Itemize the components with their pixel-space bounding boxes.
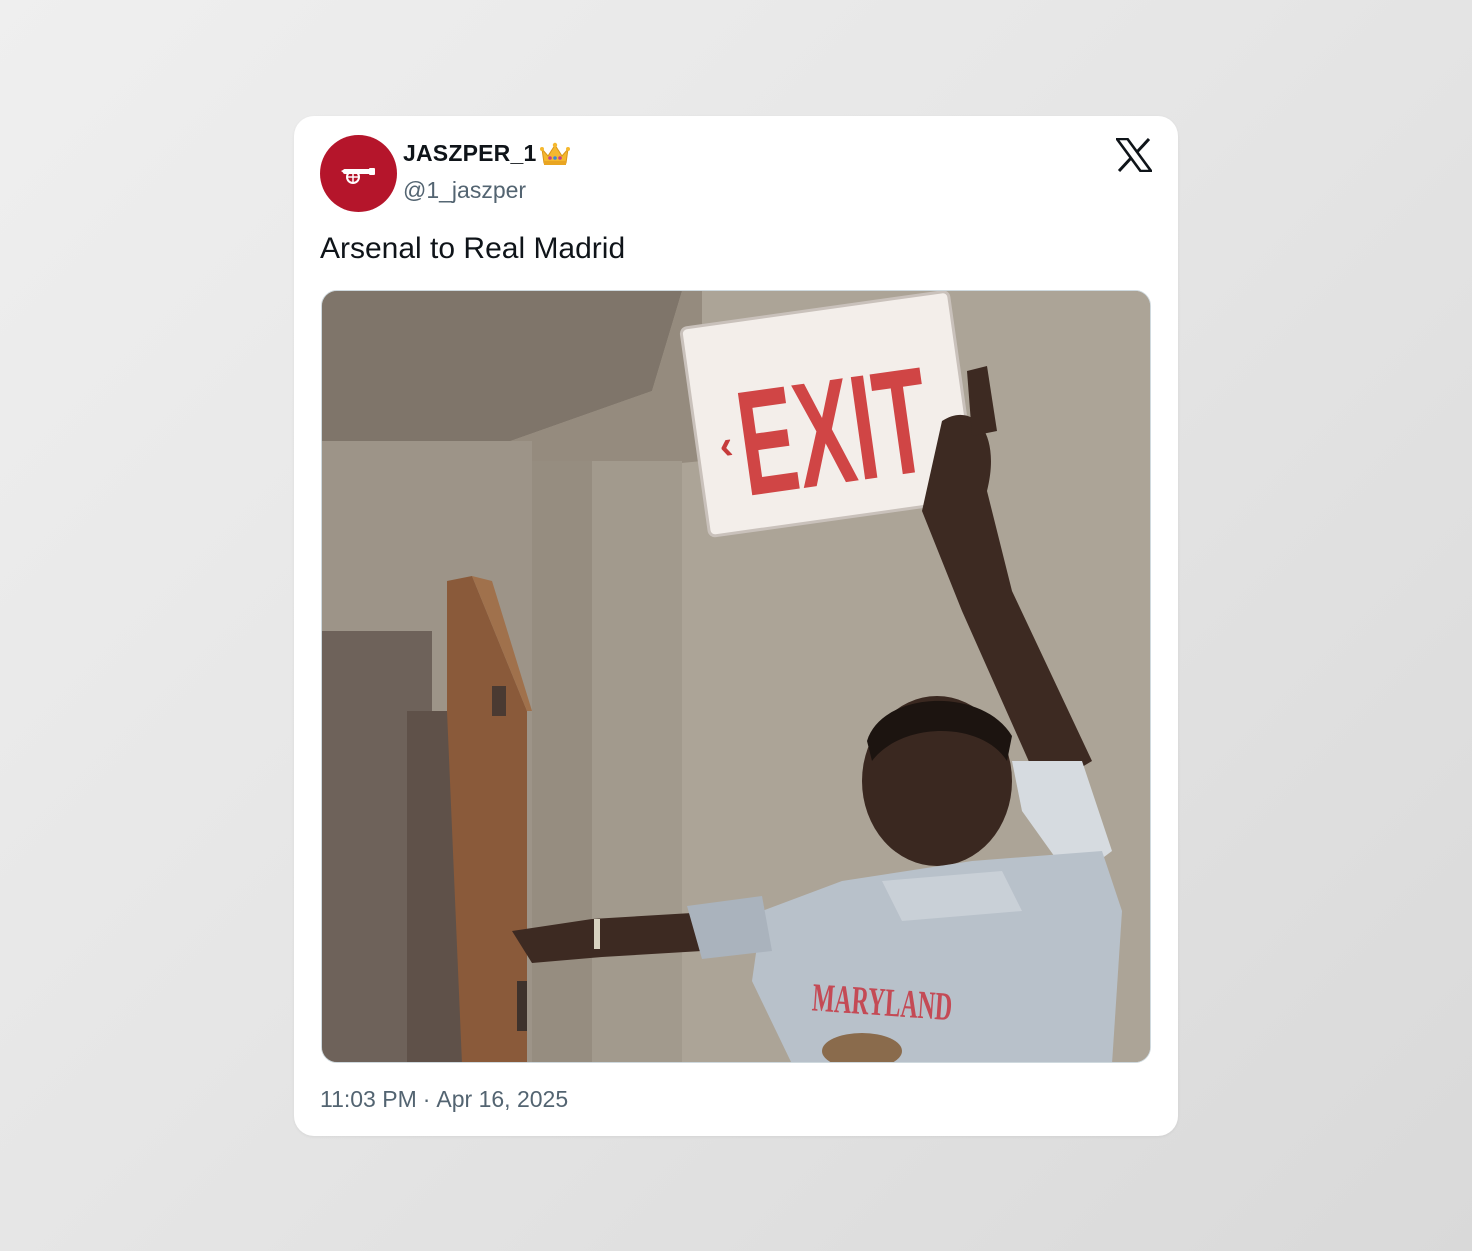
author-avatar[interactable] xyxy=(320,135,397,212)
tweet-media-image[interactable]: ‹ EXIT MARYLAND xyxy=(321,290,1151,1063)
crown-icon xyxy=(540,142,571,165)
tweet-card: JASZPER_1 @1_jaszper Arsenal to Real Mad… xyxy=(294,116,1178,1136)
tweet-time[interactable]: 11:03 PM xyxy=(320,1086,417,1113)
tweet-date[interactable]: Apr 16, 2025 xyxy=(436,1086,568,1113)
author-name-row[interactable]: JASZPER_1 xyxy=(403,140,571,167)
author-handle[interactable]: @1_jaszper xyxy=(403,177,526,204)
arsenal-cannon-icon xyxy=(340,167,375,184)
x-logo-icon[interactable] xyxy=(1116,138,1152,172)
author-display-name[interactable]: JASZPER_1 xyxy=(403,140,536,167)
sign-text: EXIT xyxy=(728,335,940,528)
meme-photo: ‹ EXIT MARYLAND xyxy=(322,291,1150,1062)
timestamp-separator: · xyxy=(422,1086,431,1112)
tweet-text: Arsenal to Real Madrid xyxy=(320,232,626,265)
tweet-timestamp[interactable]: 11:03 PM · Apr 16, 2025 xyxy=(320,1086,568,1113)
